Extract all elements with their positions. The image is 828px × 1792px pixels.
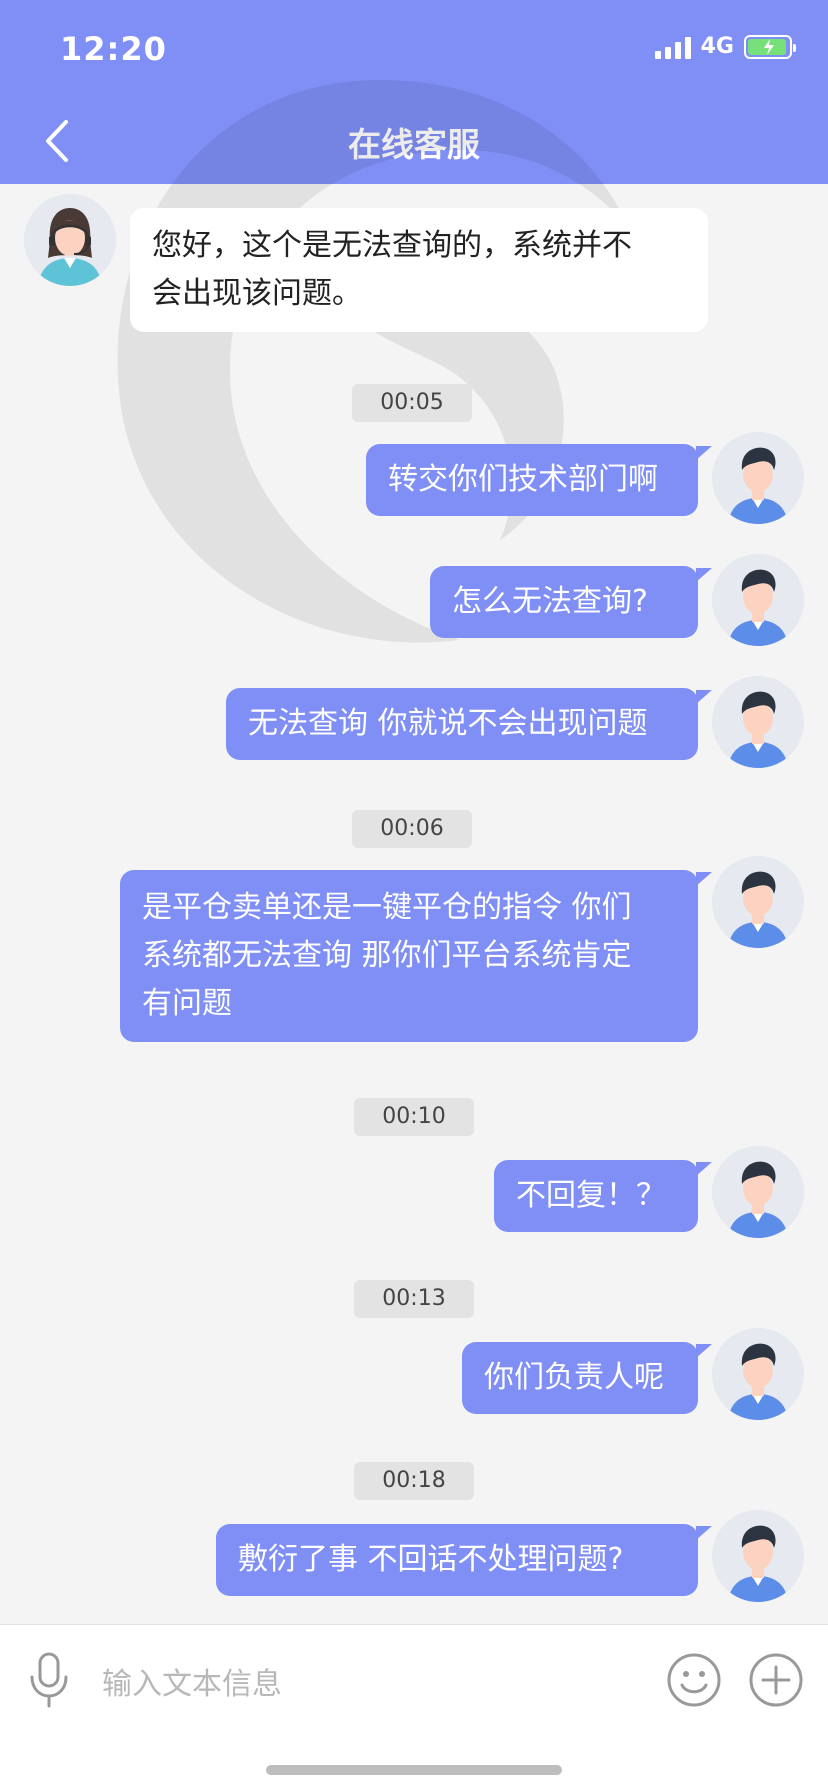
chat-area[interactable]: 您好，这个是无法查询的，系统并不 会出现该问题。 00:05 转交你们技术部门啊… <box>0 184 828 1624</box>
message-text: 会出现该问题。 <box>152 276 362 311</box>
agent-avatar <box>24 194 116 286</box>
user-avatar-icon <box>712 554 804 646</box>
message-text: 有问题 <box>142 986 232 1021</box>
status-indicators: 4G <box>654 34 796 59</box>
user-avatar <box>712 554 804 646</box>
user-message-bubble: 转交你们技术部门啊 <box>366 444 712 516</box>
user-avatar-icon <box>712 1328 804 1420</box>
microphone-icon[interactable] <box>26 1651 72 1709</box>
user-avatar-icon <box>712 1146 804 1238</box>
user-avatar <box>712 1510 804 1602</box>
message-text: 怎么无法查询? <box>452 584 648 619</box>
user-avatar <box>712 432 804 524</box>
message-text: 敷衍了事 不回话不处理问题? <box>238 1542 624 1577</box>
message-input[interactable]: 输入文本信息 <box>102 1659 282 1703</box>
user-message-bubble: 是平仓卖单还是一键平仓的指令 你们 系统都无法查询 那你们平台系统肯定 有问题 <box>120 870 712 1042</box>
user-avatar <box>712 1328 804 1420</box>
timestamp: 00:13 <box>354 1280 474 1318</box>
message-text: 不回复！？ <box>516 1178 666 1213</box>
user-avatar <box>712 1146 804 1238</box>
input-bar: 输入文本信息 <box>0 1624 828 1792</box>
user-message-bubble: 无法查询 你就说不会出现问题 <box>226 688 712 760</box>
battery-icon <box>744 34 796 59</box>
user-message-bubble: 你们负责人呢 <box>462 1342 712 1414</box>
message-text: 转交你们技术部门啊 <box>388 462 658 497</box>
signal-icon <box>654 35 691 59</box>
network-label: 4G <box>700 34 734 59</box>
message-text: 无法查询 你就说不会出现问题 <box>248 706 648 741</box>
agent-avatar-icon <box>24 194 116 286</box>
user-avatar <box>712 676 804 768</box>
user-avatar-icon <box>712 856 804 948</box>
user-message-bubble: 怎么无法查询? <box>430 566 712 638</box>
message-text: 是平仓卖单还是一键平仓的指令 你们 <box>142 890 632 925</box>
home-indicator <box>266 1765 562 1775</box>
message-text: 系统都无法查询 那你们平台系统肯定 <box>142 938 632 973</box>
user-avatar <box>712 856 804 948</box>
timestamp: 00:10 <box>354 1098 474 1136</box>
user-message-bubble: 敷衍了事 不回话不处理问题? <box>216 1524 712 1596</box>
user-avatar-icon <box>712 432 804 524</box>
timestamp: 00:06 <box>352 810 472 848</box>
user-avatar-icon <box>712 676 804 768</box>
agent-message-bubble: 您好，这个是无法查询的，系统并不 会出现该问题。 <box>130 208 708 332</box>
emoji-icon[interactable] <box>666 1652 722 1708</box>
message-text: 你们负责人呢 <box>484 1360 664 1395</box>
user-avatar-icon <box>712 1510 804 1602</box>
message-text: 您好，这个是无法查询的，系统并不 <box>152 228 632 263</box>
timestamp: 00:18 <box>354 1462 474 1500</box>
add-icon[interactable] <box>748 1652 804 1708</box>
user-message-bubble: 不回复！？ <box>494 1160 712 1232</box>
timestamp: 00:05 <box>352 384 472 422</box>
